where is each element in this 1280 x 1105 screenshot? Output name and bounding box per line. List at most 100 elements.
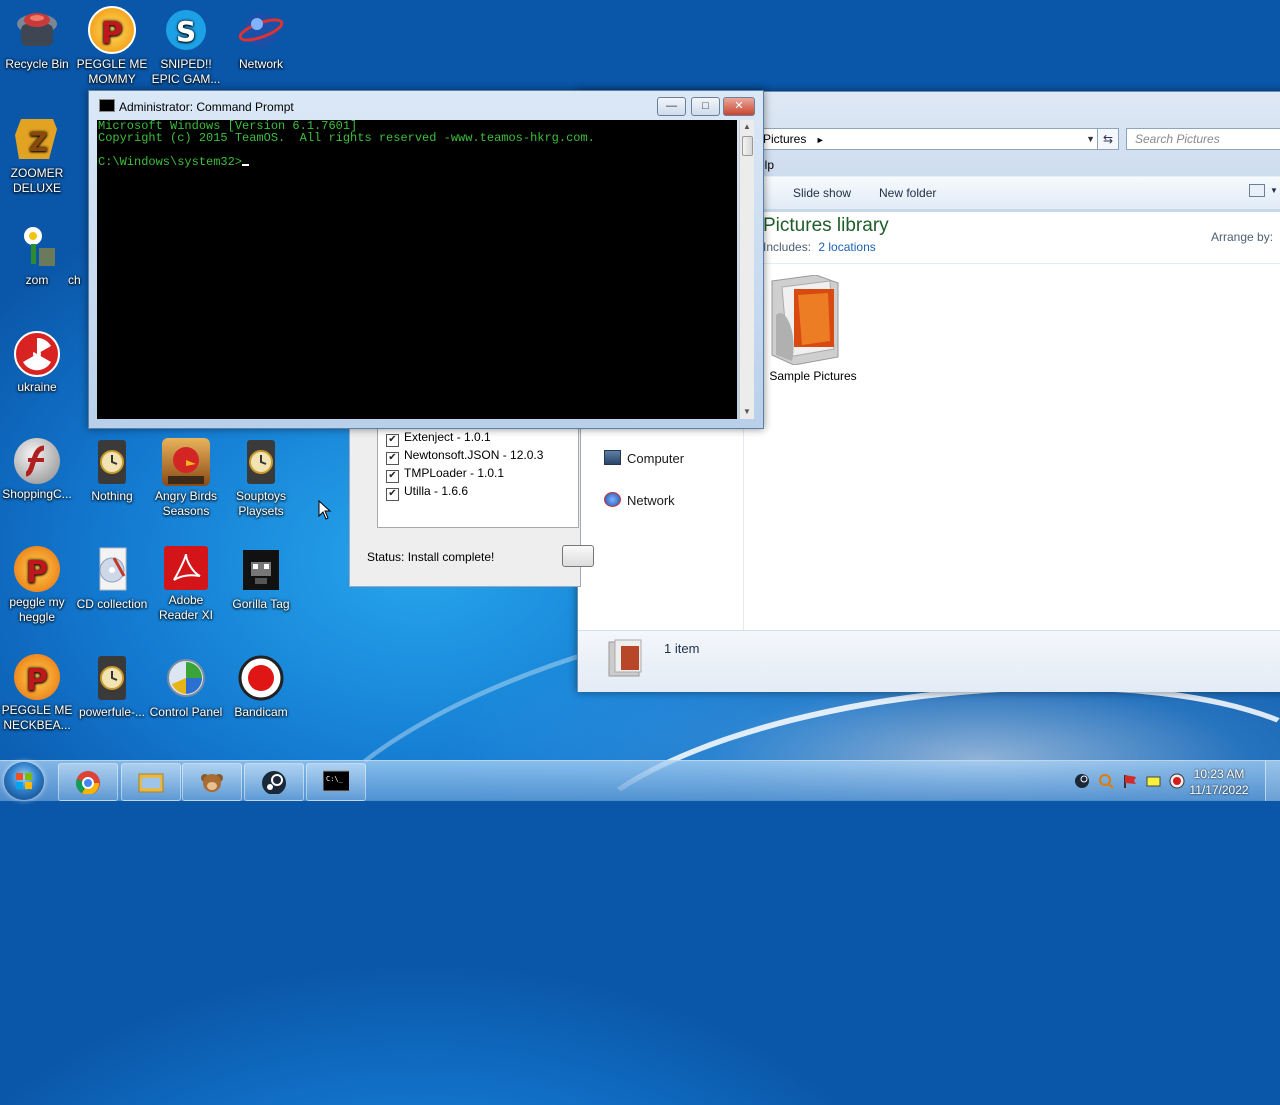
desktop-icon-ukraine[interactable]: ukraine [0, 331, 75, 395]
monkey-icon [201, 774, 223, 792]
chevron-down-icon[interactable]: ▼ [1270, 186, 1278, 195]
adobe-reader-icon [164, 546, 208, 590]
skype-icon: S [162, 6, 210, 54]
peggle-icon: P [14, 546, 60, 592]
desktop-icon-control-panel[interactable]: Control Panel [148, 654, 224, 720]
taskbar-button-command-prompt[interactable]: C:\_ [306, 763, 366, 801]
start-button[interactable] [4, 762, 44, 800]
console-output[interactable]: Microsoft Windows [Version 6.1.7601] Cop… [97, 120, 737, 419]
cmd-window[interactable]: Administrator: Command Prompt — □ ✕ Micr… [88, 90, 764, 429]
svg-text:P: P [26, 663, 48, 698]
scroll-up-icon[interactable]: ▲ [740, 120, 754, 134]
library-title: Pictures library [763, 215, 889, 236]
radiation-icon [14, 331, 60, 377]
taskbar-button-steam[interactable] [244, 763, 304, 801]
svg-text:P: P [101, 16, 123, 51]
desktop-icon-label: Bandicam [234, 705, 288, 719]
desktop-icon-label: Adobe Reader XI [158, 593, 214, 622]
folder-label[interactable]: Sample Pictures [748, 369, 878, 383]
peggle-icon: P [14, 654, 60, 700]
gorilla-icon [237, 546, 285, 594]
chevron-down-icon[interactable]: ▼ [1086, 129, 1095, 149]
desktop-icon-label: Souptoys Playsets [235, 489, 287, 518]
desktop-icon-recycle-bin[interactable]: Recycle Bin [0, 6, 75, 72]
desktop-icon-sniped-epic-gam[interactable]: S SNIPED!! EPIC GAM... [148, 6, 224, 87]
list-item[interactable]: ✔ Newtonsoft.JSON - 12.0.3 [378, 446, 578, 465]
scroll-thumb[interactable] [742, 136, 753, 156]
slide-show-button[interactable]: Slide show [793, 186, 851, 200]
locations-link[interactable]: 2 locations [818, 240, 875, 254]
zombie-plant-icon [13, 222, 61, 270]
scrollbar[interactable]: ▲ ▼ [739, 120, 754, 419]
desktop-icon-powerfule[interactable]: powerfule-... [74, 654, 150, 720]
desktop-icon-peggle-me-mommy[interactable]: P PEGGLE ME MOMMY [74, 6, 150, 87]
desktop-icon-network[interactable]: Network [223, 6, 299, 72]
mod-label: TMPLoader - 1.0.1 [404, 466, 505, 480]
desktop-icon-label: SNIPED!! EPIC GAM... [151, 57, 221, 86]
desktop-icon-label: PEGGLE ME NECKBEA... [1, 703, 73, 732]
maximize-button[interactable]: □ [691, 97, 720, 116]
cmd-titlebar[interactable]: Administrator: Command Prompt [99, 99, 294, 114]
desktop-icon-label: Network [238, 57, 283, 71]
address-text: Pictures [763, 132, 807, 146]
view-options-icon[interactable] [1249, 184, 1265, 197]
show-desktop-button[interactable] [1265, 761, 1280, 801]
desktop-icon-ch[interactable]: ch [68, 222, 88, 288]
desktop-icon-label: ZOOMER DELUXE [10, 166, 64, 195]
record-icon[interactable] [1169, 773, 1185, 789]
desktop-icon-label: Recycle Bin [5, 57, 69, 71]
taskbar-button-monkey[interactable] [182, 763, 242, 801]
address-bar[interactable]: Pictures ► ▼ [758, 128, 1099, 150]
list-item[interactable]: ✔ Extenject - 1.0.1 [378, 428, 578, 447]
mod-label: Extenject - 1.0.1 [404, 430, 491, 444]
cmd-icon: C:\_ [323, 770, 349, 792]
checkbox[interactable]: ✔ [386, 488, 399, 501]
clock[interactable]: 10:23 AM 11/17/2022 [1184, 766, 1254, 798]
console-prompt-line: C:\Windows\system32> [97, 156, 737, 168]
arrange-by-label[interactable]: Arrange by: [1211, 230, 1273, 244]
battery-icon[interactable] [1146, 773, 1162, 789]
desktop-icon-peggle-me-neckbea[interactable]: P PEGGLE ME NECKBEA... [0, 654, 75, 733]
steam-icon [262, 771, 286, 794]
search-input[interactable]: Search Pictures [1126, 128, 1280, 150]
close-button[interactable]: ✕ [723, 97, 755, 116]
minimize-button[interactable]: — [657, 97, 686, 116]
scroll-down-icon[interactable]: ▼ [740, 405, 754, 419]
desktop-icon-zom[interactable]: zom [0, 222, 75, 288]
new-folder-button[interactable]: New folder [879, 186, 936, 200]
mod-installer-window[interactable]: ✔ Extenject - 1.0.1 ✔ Newtonsoft.JSON - 12… [349, 427, 594, 587]
desktop-icon-label: peggle my heggle [9, 595, 65, 624]
desktop-icon-label: ShoppingC... [2, 487, 72, 501]
svg-text:C:\_: C:\_ [326, 775, 344, 783]
desktop-icon-bandicam[interactable]: Bandicam [223, 654, 299, 720]
taskbar-button-chrome[interactable] [58, 763, 118, 801]
refresh-icon[interactable]: ⇆ [1097, 128, 1119, 150]
list-item[interactable]: ✔ TMPLoader - 1.0.1 [378, 464, 578, 483]
nav-item-computer[interactable]: Computer [604, 450, 684, 466]
zoomer-icon: Z [13, 115, 61, 163]
desktop-icon-angry-birds-seasons[interactable]: Angry Birds Seasons [148, 438, 224, 519]
desktop-icon-shoppingc[interactable]: ShoppingC... [0, 438, 75, 502]
desktop-icon-label: Angry Birds Seasons [154, 489, 218, 518]
desktop-icon-cd-collection[interactable]: CD collection [74, 546, 150, 612]
folder-pictures-icon[interactable] [768, 274, 848, 366]
desktop-icon-peggle-my-heggle[interactable]: P peggle my heggle [0, 546, 75, 625]
desktop-icon-label: Control Panel [149, 705, 223, 719]
desktop-icon-label: ch [68, 273, 81, 287]
includes-label: Includes: [763, 240, 812, 254]
steam-icon[interactable] [1074, 773, 1090, 789]
list-item[interactable]: ✔ Utilla - 1.6.6 [378, 482, 578, 501]
installer-button[interactable] [562, 545, 594, 567]
nav-item-network[interactable]: Network [604, 492, 675, 508]
bandicam-tray-icon[interactable] [1098, 773, 1114, 789]
desktop-icon-adobe-reader-xi[interactable]: Adobe Reader XI [148, 546, 224, 623]
install-status: Status: Install complete! [367, 550, 495, 564]
desktop-icon-souptoys-playsets[interactable]: Souptoys Playsets [223, 438, 299, 519]
taskbar-button-explorer[interactable] [121, 763, 181, 801]
desktop-icon-nothing[interactable]: Nothing [74, 438, 150, 504]
desktop-icon-gorilla-tag[interactable]: Gorilla Tag [223, 546, 299, 612]
action-center-flag-icon[interactable] [1122, 773, 1138, 789]
cd-icon [88, 546, 136, 594]
clock-doc-icon [88, 438, 136, 486]
desktop-icon-zoomer-deluxe[interactable]: Z ZOOMER DELUXE [0, 115, 75, 196]
